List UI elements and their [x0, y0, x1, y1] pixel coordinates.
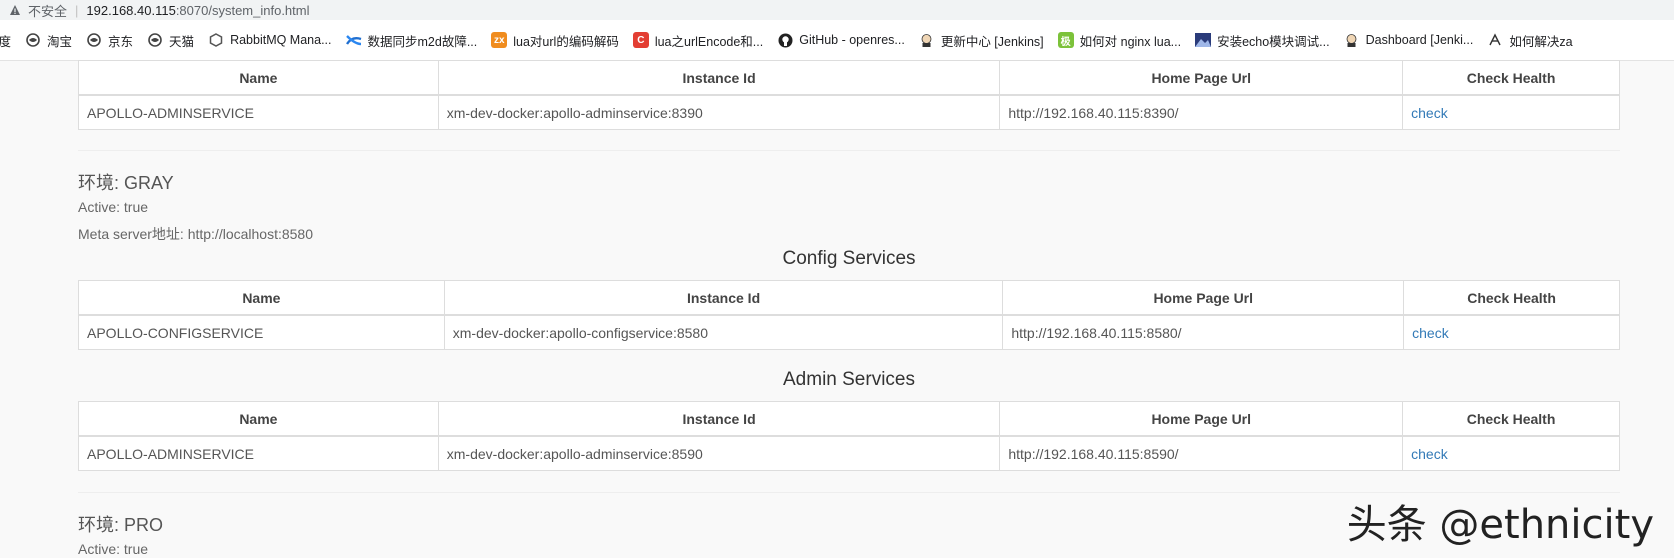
column-header-home-page-url: Home Page Url [1002, 280, 1405, 316]
bookmark-nginx-lua[interactable]: 极 如何对 nginx lua... [1057, 31, 1182, 50]
green-square-icon: 极 [1057, 32, 1074, 48]
bookmark-jd[interactable]: 京东 [86, 31, 133, 50]
column-header-home-page-url: Home Page Url [999, 60, 1404, 96]
divider [78, 150, 1620, 151]
bookmark-github[interactable]: GitHub - openres... [777, 32, 905, 48]
column-header-name: Name [78, 280, 445, 316]
security-label[interactable]: 不安全 [28, 1, 67, 20]
image-icon [1195, 32, 1212, 48]
bookmark-jenkins-dashboard[interactable]: Dashboard [Jenki... [1344, 32, 1474, 48]
config-services-table: Name Instance Id Home Page Url Check Hea… [78, 280, 1620, 350]
cell-home-page-url: http://192.168.40.115:8390/ [999, 94, 1404, 130]
address-bar[interactable]: 不安全 | 192.168.40.115:8070/system_info.ht… [0, 0, 1674, 20]
cell-name: APOLLO-CONFIGSERVICE [78, 314, 445, 350]
cell-name: APOLLO-ADMINSERVICE [78, 94, 439, 130]
cell-check-health: check [1403, 314, 1620, 350]
env-meta-server-gray: Meta server地址: http://localhost:8580 [78, 226, 313, 242]
bookmark-label: 百度 [0, 31, 11, 50]
jenkins-icon [919, 32, 935, 48]
column-header-instance-id: Instance Id [437, 401, 1001, 437]
table-row: APOLLO-ADMINSERVICE xm-dev-docker:apollo… [78, 94, 1620, 130]
bookmark-label: 数据同步m2d故障... [367, 34, 478, 49]
bookmark-taobao[interactable]: 淘宝 [25, 31, 72, 50]
bookmark-baidu[interactable]: 百度 [0, 31, 11, 50]
column-header-name: Name [78, 401, 439, 437]
column-header-check-health: Check Health [1402, 60, 1620, 96]
csdn-icon: C [632, 32, 649, 48]
column-header-instance-id: Instance Id [437, 60, 1001, 96]
bookmark-rabbitmq[interactable]: RabbitMQ Mana... [208, 32, 332, 48]
column-header-home-page-url: Home Page Url [999, 401, 1404, 437]
globe-icon [86, 32, 102, 48]
bookmark-icon [1487, 32, 1503, 48]
env-active-gray: Active: true [78, 199, 149, 215]
cell-check-health: check [1402, 94, 1620, 130]
bookmark-solve[interactable]: 如何解决za [1487, 31, 1573, 50]
cell-home-page-url: http://192.168.40.115:8580/ [1002, 314, 1405, 350]
column-header-name: Name [78, 60, 439, 96]
rabbitmq-icon [208, 32, 224, 48]
cell-name: APOLLO-ADMINSERVICE [78, 435, 439, 471]
jenkins-icon [1344, 32, 1360, 48]
github-icon [777, 32, 793, 48]
bookmark-lua-url[interactable]: zx lua对url的编码解码 [491, 31, 619, 50]
bookmark-label: lua之urlEncode和... [654, 34, 764, 49]
env-title-gray: 环境: GRAY [78, 173, 174, 193]
table-header-row: Name Instance Id Home Page Url Check Hea… [78, 60, 1620, 96]
bookmark-label: 淘宝 [47, 34, 73, 49]
url-path[interactable]: :8070/system_info.html [176, 3, 310, 18]
bookmark-tmall[interactable]: 天猫 [147, 31, 194, 50]
zx-icon: zx [491, 32, 508, 48]
bookmark-label: GitHub - openres... [799, 33, 905, 47]
bookmark-label: lua对url的编码解码 [513, 34, 619, 49]
globe-icon [147, 32, 163, 48]
config-services-title: Config Services [782, 248, 916, 269]
url-host[interactable]: 192.168.40.115 [86, 3, 175, 18]
cell-instance-id: xm-dev-docker:apollo-adminservice:8390 [437, 94, 1001, 130]
admin-services-table: Name Instance Id Home Page Url Check Hea… [78, 401, 1620, 471]
cell-instance-id: xm-dev-docker:apollo-adminservice:8590 [437, 435, 1001, 471]
cell-check-health: check [1402, 435, 1620, 471]
confluence-icon [345, 32, 362, 48]
bookmark-jenkins-update[interactable]: 更新中心 [Jenkins] [919, 31, 1044, 50]
table-header-row: Name Instance Id Home Page Url Check Hea… [78, 280, 1620, 316]
bookmark-label: 更新中心 [Jenkins] [940, 34, 1044, 49]
table-row: APOLLO-CONFIGSERVICE xm-dev-docker:apoll… [78, 314, 1620, 350]
column-header-instance-id: Instance Id [443, 280, 1004, 316]
bookmark-label: Dashboard [Jenki... [1365, 33, 1474, 47]
bookmark-label: 如何对 nginx lua... [1079, 34, 1182, 49]
admin-services-table-prev: Name Instance Id Home Page Url Check Hea… [78, 60, 1620, 130]
bookmark-label: RabbitMQ Mana... [230, 33, 332, 47]
column-header-check-health: Check Health [1403, 280, 1620, 316]
bookmark-confluence[interactable]: 数据同步m2d故障... [345, 31, 478, 50]
bookmark-label: 如何解决za [1509, 34, 1573, 49]
bookmark-label: 京东 [108, 34, 134, 49]
admin-services-title: Admin Services [783, 369, 915, 390]
env-active-pro: Active: true [78, 541, 149, 557]
table-row: APOLLO-ADMINSERVICE xm-dev-docker:apollo… [78, 435, 1620, 471]
warning-icon[interactable] [8, 3, 22, 17]
watermark: 头条 @ethnicity [1346, 502, 1654, 548]
bookmark-echo-module[interactable]: 安装echo模块调试... [1195, 31, 1330, 50]
cell-instance-id: xm-dev-docker:apollo-configservice:8580 [443, 314, 1004, 350]
cell-home-page-url: http://192.168.40.115:8590/ [999, 435, 1404, 471]
column-header-check-health: Check Health [1402, 401, 1620, 437]
check-health-link[interactable]: check [1411, 105, 1448, 121]
check-health-link[interactable]: check [1412, 325, 1449, 341]
env-title-pro: 环境: PRO [78, 515, 164, 535]
bookmark-label: 安装echo模块调试... [1217, 34, 1330, 49]
bookmark-label: 天猫 [169, 34, 195, 49]
address-separator: | [75, 2, 79, 18]
table-header-row: Name Instance Id Home Page Url Check Hea… [78, 401, 1620, 437]
bookmark-lua-urlencode[interactable]: C lua之urlEncode和... [632, 31, 764, 50]
globe-icon [25, 32, 41, 48]
check-health-link[interactable]: check [1411, 446, 1448, 462]
bookmarks-bar: 百度 淘宝 京东 天猫 RabbitMQ Mana... 数据同步m2d故障..… [0, 20, 1674, 61]
